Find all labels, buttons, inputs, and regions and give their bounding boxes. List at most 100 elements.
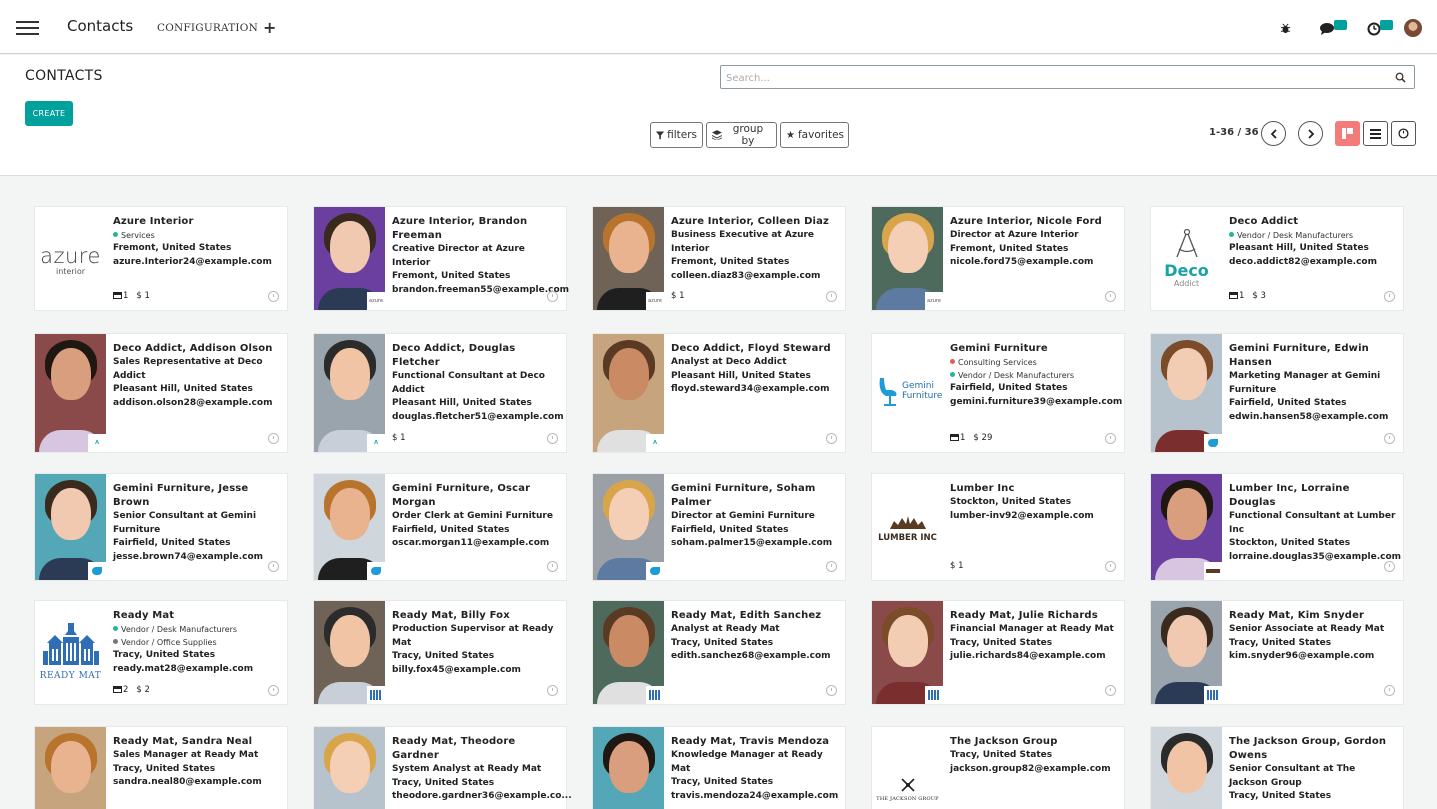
contact-card[interactable]: Gemini Furniture, Soham Palmer Director a… (592, 473, 846, 581)
contact-card[interactable]: azure interior Azure Interior Services Fremo… (34, 206, 288, 311)
activity-clock-icon[interactable] (547, 433, 558, 444)
contact-card[interactable]: Ready Mat, Travis Mendoza Knowledge Manag… (592, 726, 846, 809)
contact-card[interactable]: Ready Mat, Edith Sanchez Analyst at Ready… (592, 600, 846, 705)
group-by-button[interactable]: group by (706, 122, 777, 148)
contact-card[interactable]: Ready Mat, Sandra Neal Sales Manager at R… (34, 726, 288, 809)
contact-card[interactable]: azure Azure Interior, Nicole Ford Director… (871, 206, 1125, 311)
contact-card[interactable]: The Jackson Group, Gordon Owens Senior Co… (1150, 726, 1404, 809)
card-details: Azure Interior Services Fremont, United St… (113, 215, 281, 269)
contact-card[interactable]: Deco Addict Deco Addict Vendor / Desk Manuf… (1150, 206, 1404, 311)
activity-clock-icon[interactable] (826, 433, 837, 444)
control-panel: CONTACTS CREATE filters group by ★ favor… (0, 55, 1437, 176)
card-footer: $ 1 (392, 433, 406, 443)
contact-card[interactable]: THE JACKSON GROUP The Jackson Group Tracy,… (871, 726, 1125, 809)
activity-clock-icon[interactable] (1105, 433, 1116, 444)
favorites-label: favorites (797, 129, 845, 141)
activity-clock-icon[interactable] (268, 433, 279, 444)
contact-card[interactable]: Λ Deco Addict, Addison Olson Sales Represe… (34, 333, 288, 453)
contact-card[interactable]: Ready Mat, Billy Fox Production Superviso… (313, 600, 567, 705)
card-details: Azure Interior, Colleen Diaz Business Exe… (671, 215, 839, 283)
photo-face (330, 221, 370, 273)
contact-name: Gemini Furniture, Edwin Hansen (1229, 343, 1369, 368)
contact-card[interactable]: Λ Deco Addict, Douglas Fletcher Functional… (313, 333, 567, 453)
activity-clock-icon[interactable] (826, 561, 837, 572)
contact-name: Ready Mat (113, 610, 175, 621)
activity-clock-icon[interactable] (547, 685, 558, 696)
company-mini-logo (88, 562, 106, 580)
create-button[interactable]: CREATE (25, 101, 73, 126)
activity-clock-icon[interactable] (547, 291, 558, 302)
filters-button[interactable]: filters (650, 122, 703, 148)
contact-detail-line: lumber-inv92@example.com (950, 510, 1094, 521)
contact-card[interactable]: Gemini Furniture, Oscar Morgan Order Cler… (313, 473, 567, 581)
category-tag: Vendor / Office Supplies (113, 636, 281, 649)
contact-detail-line: Senior Associate at Ready Mat (1229, 624, 1385, 634)
app-title[interactable]: Contacts (67, 17, 133, 35)
configuration-menu[interactable]: CONFIGURATION (157, 22, 258, 34)
tag-label: Vendor / Office Supplies (121, 638, 217, 647)
footer-stat[interactable]: $ 2 (136, 685, 150, 695)
activity-clock-icon[interactable] (826, 685, 837, 696)
new-menu-plus-icon[interactable]: + (263, 18, 276, 37)
contact-card[interactable]: READY MAT Ready Mat Vendor / Desk Manufact… (34, 600, 288, 705)
footer-stat[interactable]: $ 29 (973, 433, 992, 443)
activity-clock-icon[interactable] (1384, 561, 1395, 572)
pager-value[interactable]: 1-36 / 36 (1209, 127, 1259, 138)
contact-card[interactable]: Ready Mat, Julie Richards Financial Manag… (871, 600, 1125, 705)
user-avatar[interactable] (1404, 19, 1422, 37)
footer-stat[interactable]: $ 3 (1252, 291, 1266, 301)
footer-stat[interactable]: $ 1 (671, 291, 685, 301)
contact-card[interactable]: azure Azure Interior, Brandon Freeman Crea… (313, 206, 569, 311)
activity-clock-icon[interactable] (1105, 685, 1116, 696)
footer-stat[interactable]: $ 1 (136, 291, 150, 301)
activity-clock-icon[interactable] (1105, 291, 1116, 302)
contact-image (35, 727, 106, 809)
contact-card[interactable]: azure Azure Interior, Colleen Diaz Busines… (592, 206, 846, 311)
contact-card[interactable]: Ready Mat, Kim Snyder Senior Associate at… (1150, 600, 1404, 705)
activity-view-button[interactable] (1391, 121, 1416, 146)
contact-card[interactable]: Λ Deco Addict, Floyd Steward Analyst at De… (592, 333, 846, 453)
deco-mini-logo: Λ (653, 440, 657, 446)
contact-detail-line: Director at Gemini Furniture (671, 511, 815, 521)
contact-card[interactable]: Lumber Inc, Lorraine Douglas Functional C… (1150, 473, 1404, 581)
footer-stat[interactable]: $ 1 (392, 433, 406, 443)
tag-color-dot (113, 639, 118, 644)
pager-next-button[interactable] (1298, 121, 1323, 146)
favorites-button[interactable]: ★ favorites (780, 122, 849, 148)
activity-clock-icon[interactable] (1105, 561, 1116, 572)
contact-card[interactable]: Gemini Furniture Gemini Furniture Consultin… (871, 333, 1125, 453)
pager-previous-button[interactable] (1261, 121, 1286, 146)
footer-stat[interactable]: 1 (113, 291, 128, 301)
activity-clock-icon[interactable] (1384, 433, 1395, 444)
activity-clock-icon[interactable] (1384, 685, 1395, 696)
kanban-view-button[interactable] (1335, 121, 1360, 146)
search-bar (720, 65, 1415, 90)
activity-clock-icon[interactable] (826, 291, 837, 302)
menu-icon[interactable] (16, 21, 39, 36)
search-input[interactable] (721, 67, 1381, 90)
contact-detail-line: jackson.group82@example.com (950, 763, 1111, 774)
activity-clock-icon[interactable] (268, 685, 279, 696)
contact-detail-line: edith.sanchez68@example.com (671, 651, 831, 661)
contact-card[interactable]: LUMBER INC Lumber Inc Stockton, United Sta… (871, 473, 1125, 581)
footer-stat[interactable]: $ 1 (950, 561, 964, 571)
contact-image: Λ (35, 334, 106, 452)
activities-clock-icon[interactable] (1367, 22, 1381, 36)
contact-card[interactable]: Ready Mat, Theodore Gardner System Analys… (313, 726, 572, 809)
footer-stat[interactable]: 1 (950, 433, 965, 443)
activity-clock-icon[interactable] (268, 561, 279, 572)
contact-card[interactable]: Gemini Furniture, Edwin Hansen Marketing … (1150, 333, 1404, 453)
activity-clock-icon[interactable] (1384, 291, 1395, 302)
contact-card[interactable]: Gemini Furniture, Jesse Brown Senior Cons… (34, 473, 288, 581)
activity-clock-icon[interactable] (547, 561, 558, 572)
contact-detail-line: Sales Manager at Ready Mat (113, 750, 259, 760)
list-view-button[interactable] (1363, 121, 1388, 146)
lumber-mini-logo (1206, 569, 1220, 573)
contact-detail-line: Financial Manager at Ready Mat (950, 624, 1114, 634)
footer-stat-value: 1 (123, 291, 129, 301)
debug-bug-icon[interactable] (1280, 23, 1291, 34)
activity-clock-icon[interactable] (268, 291, 279, 302)
footer-stat[interactable]: 2 (113, 685, 128, 695)
footer-stat[interactable]: 1 (1229, 291, 1244, 301)
search-icon[interactable] (1395, 72, 1406, 83)
